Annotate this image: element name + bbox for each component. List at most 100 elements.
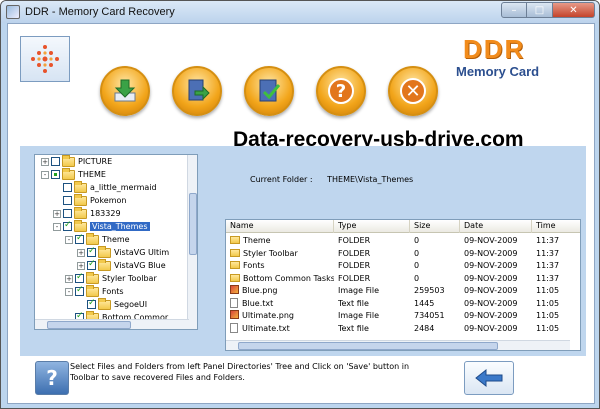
cell-date: 09-NOV-2009 [464, 235, 532, 247]
minimize-button[interactable]: – [501, 2, 527, 18]
cell-name: Styler Toolbar [230, 248, 334, 260]
table-row[interactable]: Theme FOLDER 0 09-NOV-2009 11:37 [226, 235, 580, 247]
tree-expander[interactable]: + [53, 209, 61, 218]
tree-expander[interactable]: - [41, 170, 49, 179]
size-value: 0 [414, 236, 420, 245]
instruction-text: Select Files and Folders from left Panel… [70, 362, 410, 382]
tree-expander[interactable]: + [65, 274, 73, 283]
column-time[interactable]: Time [532, 220, 580, 233]
tree-horizontal-scrollbar[interactable] [35, 319, 189, 329]
folder-icon [62, 167, 75, 180]
folder-icon [86, 232, 99, 245]
cell-type: Image File [338, 285, 410, 297]
tree-item[interactable]: SegoeUI [77, 297, 147, 311]
tree-expander[interactable]: - [53, 222, 61, 231]
cell-name: Theme [230, 235, 334, 247]
column-date[interactable]: Date [460, 220, 532, 233]
folder-icon [74, 219, 87, 232]
name-value: Ultimate.png [242, 311, 294, 320]
tree-item[interactable]: - THEME [41, 167, 106, 181]
tree-checkbox[interactable] [87, 246, 96, 257]
column-type[interactable]: Type [334, 220, 410, 233]
save-button[interactable] [100, 66, 150, 116]
tree-checkbox[interactable] [63, 183, 72, 192]
tree-item-label: 183329 [90, 209, 121, 218]
table-row[interactable]: Blue.png Image File 259503 09-NOV-2009 11:05 [226, 285, 580, 297]
tree-expander[interactable]: + [41, 157, 49, 166]
exit-button[interactable]: ✕ [388, 66, 438, 116]
tree-item[interactable]: a_little_mermaid [53, 180, 157, 194]
tree-item[interactable]: - Theme [65, 232, 130, 246]
tree-checkbox[interactable] [87, 259, 96, 270]
time-value: 11:37 [536, 248, 560, 258]
tree-vertical-scrollbar[interactable] [187, 155, 197, 329]
cell-name: Ultimate.txt [230, 322, 334, 335]
cell-date: 09-NOV-2009 [464, 260, 532, 272]
cell-name: Fonts [230, 260, 334, 272]
directory-tree[interactable]: + PICTURE - THEME a_little_mermaid Pokemon +18… [34, 154, 198, 330]
date-value: 09-NOV-2009 [464, 248, 518, 258]
verify-button[interactable] [244, 66, 294, 116]
time-value: 11:37 [536, 273, 560, 283]
table-row[interactable]: Ultimate.png Image File 734051 09-NOV-2009 1… [226, 310, 580, 322]
download-icon [114, 79, 136, 102]
table-row[interactable]: Bottom Common Tasks FOLDER 0 09-NOV-2009 11:… [226, 273, 580, 285]
tree-checkbox[interactable] [63, 196, 72, 205]
tree-item[interactable]: + Styler Toolbar [65, 271, 157, 285]
tree-item[interactable]: + VistaVG Ultim [77, 245, 169, 259]
tree-checkbox[interactable] [75, 272, 84, 283]
tree-item[interactable]: + VistaVG Blue [77, 258, 166, 272]
name-value: Theme [243, 236, 271, 245]
size-value: 734051 [414, 311, 445, 320]
time-value: 11:05 [536, 323, 560, 333]
tree-item[interactable]: +183329 [53, 206, 121, 220]
tree-expander[interactable]: + [77, 248, 85, 257]
back-button[interactable] [464, 361, 514, 395]
tree-checkbox[interactable] [63, 220, 72, 231]
tree-checkbox[interactable] [75, 233, 84, 244]
cell-type: Image File [338, 310, 410, 322]
folder-icon [86, 271, 99, 284]
folder-icon [98, 297, 111, 310]
tree-checkbox[interactable] [51, 157, 60, 166]
current-folder: Current Folder : THEME\Vista_Themes [250, 175, 413, 184]
table-row[interactable]: Blue.txt Text file 1445 09-NOV-2009 11:05 [226, 297, 580, 310]
help-toolbar-button[interactable]: ? [316, 66, 366, 116]
tree-item-label: Theme [102, 235, 130, 244]
tree-item[interactable]: - Fonts [65, 284, 124, 298]
open-button[interactable] [172, 66, 222, 116]
tree-item[interactable]: Pokemon [53, 193, 126, 207]
tree-checkbox[interactable] [87, 298, 96, 309]
type-value: FOLDER [338, 261, 371, 270]
close-window-button[interactable]: ✕ [553, 2, 595, 18]
tree-expander[interactable]: - [65, 287, 73, 296]
column-size[interactable]: Size [410, 220, 460, 233]
help-button[interactable]: ? [35, 361, 69, 395]
table-row[interactable]: Styler Toolbar FOLDER 0 09-NOV-2009 11:37 [226, 248, 580, 260]
tree-checkbox[interactable] [75, 285, 84, 296]
time-value: 11:37 [536, 236, 560, 245]
question-icon: ? [328, 78, 354, 104]
tree-item-label: Fonts [102, 287, 124, 296]
tree-item[interactable]: - Vista_Themes [53, 219, 150, 233]
table-row[interactable]: Ultimate.txt Text file 2484 09-NOV-2009 11:0… [226, 322, 580, 335]
column-name[interactable]: Name [226, 220, 334, 233]
image-file-icon [230, 310, 239, 319]
folder-arrow-icon [188, 79, 210, 101]
type-value: Image File [338, 286, 379, 295]
cell-time: 11:05 [536, 323, 580, 335]
image-file-icon [230, 285, 239, 294]
tree-checkbox[interactable] [51, 170, 60, 179]
tree-item[interactable]: + PICTURE [41, 155, 112, 168]
tree-item-label: Vista_Themes [90, 222, 150, 231]
table-row[interactable]: Fonts FOLDER 0 09-NOV-2009 11:37 [226, 260, 580, 272]
tree-checkbox[interactable] [63, 209, 72, 218]
name-value: Bottom Common Tasks [243, 273, 334, 283]
maximize-button[interactable]: □ [527, 2, 553, 18]
tree-expander[interactable]: + [77, 261, 85, 270]
file-list[interactable]: Name Type Size Date Time Theme FOLDER 0 09-… [225, 219, 581, 351]
cell-size: 734051 [414, 310, 460, 322]
brand-product: Memory Card [456, 64, 540, 79]
list-horizontal-scrollbar[interactable] [226, 340, 570, 350]
tree-expander[interactable]: - [65, 235, 73, 244]
